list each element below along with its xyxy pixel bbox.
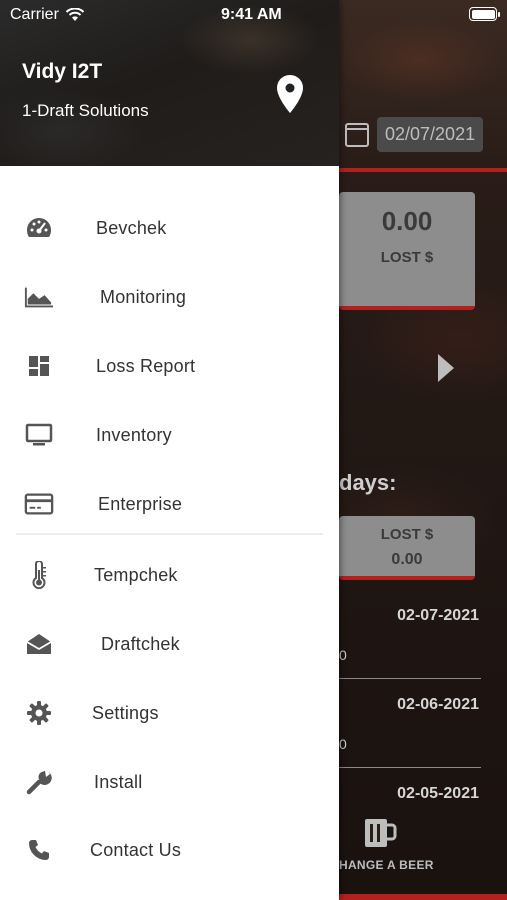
header-divider <box>339 168 507 172</box>
phone-icon <box>24 836 54 864</box>
credit-card-icon <box>24 490 54 518</box>
thermometer-icon <box>24 561 54 589</box>
dashboard-icon <box>24 352 54 380</box>
menu-item-label: Enterprise <box>98 493 183 514</box>
menu-item-label: Bevchek <box>96 217 167 238</box>
history-divider <box>339 767 481 768</box>
menu-item-settings[interactable]: Settings <box>0 683 339 743</box>
menu-divider <box>16 533 323 535</box>
change-beer-button[interactable]: HANGE A BEER <box>339 858 434 872</box>
menu-item-tempchek[interactable]: Tempchek <box>0 545 339 605</box>
menu-item-label: Inventory <box>96 424 172 445</box>
history-date: 02-05-2021 <box>397 785 479 802</box>
carrier-group: Carrier <box>10 6 85 24</box>
menu-item-draftchek[interactable]: Draftchek <box>0 614 339 674</box>
history-date: 02-07-2021 <box>397 607 479 624</box>
menu-item-loss-report[interactable]: Loss Report <box>0 336 339 396</box>
wrench-icon <box>24 768 54 796</box>
next-arrow-icon[interactable] <box>438 354 454 382</box>
menu-item-inventory[interactable]: Inventory <box>0 405 339 465</box>
summary-label: LOST $ <box>380 526 434 543</box>
menu-item-label: Loss Report <box>96 355 196 376</box>
open-envelope-icon <box>24 630 54 658</box>
menu-item-bevchek[interactable]: Bevchek <box>0 198 339 258</box>
user-name: Vidy I2T <box>22 60 103 83</box>
days-heading: days: <box>339 470 397 495</box>
gauge-icon <box>24 214 54 242</box>
lost-dollars-label: LOST $ <box>380 249 434 266</box>
history-value: 0 <box>339 736 347 752</box>
menu-item-enterprise[interactable]: Enterprise <box>0 474 339 534</box>
date-picker-row[interactable]: 02/07/2021 <box>345 117 484 152</box>
clock: 9:41 AM <box>221 6 282 23</box>
menu-item-label: Draftchek <box>101 633 180 654</box>
area-chart-icon <box>24 283 54 311</box>
tab-bar-accent <box>339 894 507 900</box>
lost-dollars-value: 0.00 <box>381 206 433 236</box>
menu-item-install[interactable]: Install <box>0 752 339 812</box>
menu-item-contact-us[interactable]: Contact Us <box>0 820 339 880</box>
menu-item-monitoring[interactable]: Monitoring <box>0 267 339 327</box>
menu-item-label: Monitoring <box>100 286 187 307</box>
menu-item-label: Settings <box>92 702 159 723</box>
gear-icon <box>24 699 54 727</box>
status-bar: Carrier 9:41 AM <box>0 0 507 30</box>
lost-dollars-card: 0.00 LOST $ <box>339 192 475 310</box>
summary-value: 0.00 <box>391 551 423 568</box>
history-value: 0 <box>339 647 347 663</box>
monitor-icon <box>24 421 54 449</box>
location-pin-icon[interactable] <box>276 74 304 114</box>
date-field[interactable]: 02/07/2021 <box>377 117 484 152</box>
history-date: 02-06-2021 <box>397 696 479 713</box>
history-divider <box>339 678 481 679</box>
menu-item-label: Tempchek <box>94 564 178 585</box>
menu-item-label: Contact Us <box>90 839 182 860</box>
calendar-icon[interactable] <box>345 122 369 147</box>
navigation-drawer: Vidy I2T 1-Draft Solutions Bevchek Monit… <box>0 0 339 900</box>
summary-card: LOST $ 0.00 <box>339 516 475 580</box>
menu-item-label: Install <box>94 771 143 792</box>
beer-mug-icon[interactable] <box>363 815 397 849</box>
battery-icon <box>469 7 500 21</box>
wifi-icon <box>65 8 85 21</box>
company-name: 1-Draft Solutions <box>22 101 149 120</box>
carrier-label: Carrier <box>10 6 59 23</box>
